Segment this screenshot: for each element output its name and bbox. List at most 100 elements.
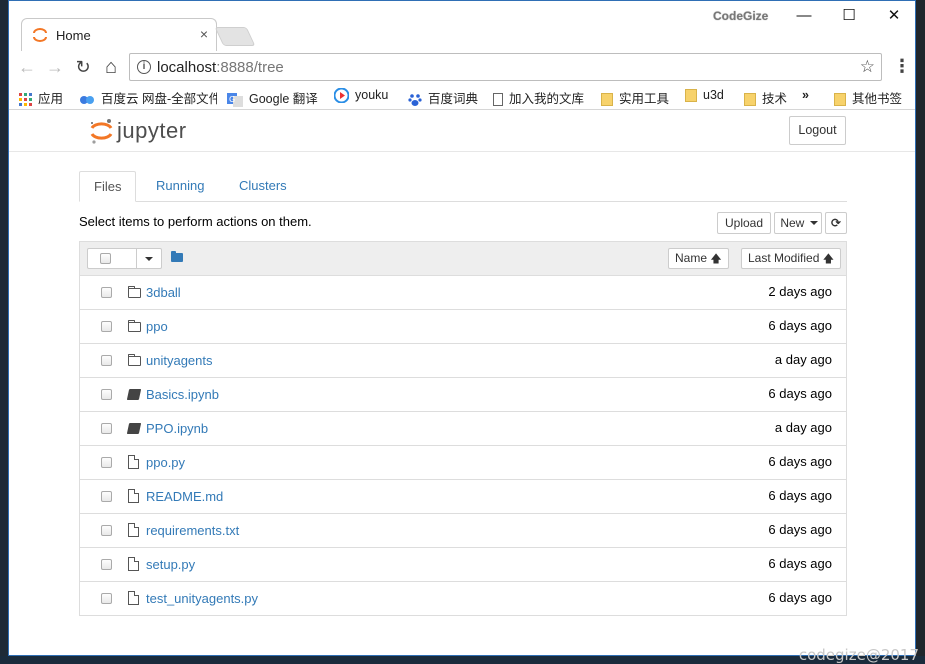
bookmark-youku[interactable]: youku [334, 88, 388, 106]
bookmark-wenku[interactable]: 加入我的文库 [493, 88, 584, 107]
new-tab-button[interactable] [214, 27, 256, 46]
item-checkbox[interactable] [101, 457, 112, 468]
item-checkbox[interactable] [101, 423, 112, 434]
chevron-down-icon[interactable] [145, 257, 153, 261]
item-modified: 6 days ago [768, 556, 832, 571]
list-item[interactable]: unityagents a day ago [80, 344, 846, 378]
desktop-bottom-strip [0, 656, 925, 664]
jupyter-logo[interactable]: jupyter [89, 117, 199, 145]
bookmark-label: 其他书签 [852, 92, 903, 106]
arrow-up-icon: 🡅 [822, 253, 835, 265]
file-list-header: Name 🡅 Last Modified 🡅 [80, 242, 846, 276]
bookmark-folder-tools[interactable]: 实用工具 [601, 88, 670, 107]
select-all-dropdown[interactable] [87, 248, 162, 269]
jupyter-page: jupyter Logout Files Running Clusters Se… [9, 110, 915, 655]
jupyter-logo-icon [90, 119, 113, 144]
divider [136, 249, 137, 268]
item-modified: a day ago [774, 420, 832, 435]
list-item[interactable]: ppo.py 6 days ago [80, 446, 846, 480]
address-bar[interactable]: i localhost:8888/tree ☆ [129, 53, 882, 81]
folder-icon [601, 93, 613, 107]
list-item[interactable]: requirements.txt 6 days ago [80, 514, 846, 548]
new-dropdown-button[interactable]: New [774, 212, 822, 234]
home-button[interactable]: ⌂ [99, 55, 123, 79]
upload-button[interactable]: Upload [717, 212, 771, 234]
item-checkbox[interactable] [101, 525, 112, 536]
sort-modified-label: Last Modified [748, 251, 820, 265]
item-name-link[interactable]: PPO.ipynb [146, 421, 208, 436]
youku-icon [334, 88, 349, 104]
bookmark-google-translate[interactable]: G Google 翻译 [227, 88, 318, 107]
file-list: Name 🡅 Last Modified 🡅 3dball 2 days ago… [79, 241, 847, 616]
baidu-cloud-icon [80, 95, 94, 104]
jupyter-tabs: Files Running Clusters [79, 171, 847, 202]
reload-button[interactable]: ↻ [71, 55, 95, 79]
item-name-link[interactable]: unityagents [146, 353, 213, 368]
browser-menu-icon[interactable]: ⋮ [893, 56, 911, 77]
bookmark-other[interactable]: 其他书签 [834, 88, 903, 107]
item-name-link[interactable]: ppo [146, 319, 168, 334]
arrow-up-icon: 🡅 [710, 253, 722, 265]
tab-files[interactable]: Files [79, 171, 137, 202]
refresh-button[interactable]: ⟳ [825, 212, 847, 234]
tab-clusters[interactable]: Clusters [225, 171, 301, 201]
browser-window: Home × CodeGize — ☐ ✕ ← → ↻ ⌂ i localhos… [8, 0, 916, 656]
list-item[interactable]: setup.py 6 days ago [80, 548, 846, 582]
new-label: New [780, 216, 805, 230]
item-checkbox[interactable] [101, 287, 112, 298]
bookmark-baidu-dict[interactable]: 百度词典 [408, 88, 478, 106]
tab-close-icon[interactable]: × [200, 26, 208, 42]
folder-breadcrumb-icon[interactable] [171, 251, 183, 262]
site-info-icon[interactable]: i [137, 60, 151, 74]
list-item[interactable]: README.md 6 days ago [80, 480, 846, 514]
svg-text:G: G [229, 95, 235, 104]
bookmark-baidu-cloud[interactable]: 百度云 网盘-全部文件 [79, 88, 217, 106]
select-all-checkbox[interactable] [100, 253, 111, 264]
sort-by-modified-button[interactable]: Last Modified 🡅 [741, 248, 842, 269]
item-checkbox[interactable] [101, 491, 112, 502]
bookmark-folder-tech[interactable]: 技术 [744, 88, 787, 107]
list-item[interactable]: ppo 6 days ago [80, 310, 846, 344]
item-checkbox[interactable] [101, 593, 112, 604]
browser-tab-home[interactable]: Home × [21, 18, 217, 51]
item-name-link[interactable]: setup.py [146, 557, 195, 572]
item-checkbox[interactable] [101, 355, 112, 366]
tab-running[interactable]: Running [142, 171, 218, 201]
browser-toolbar: ← → ↻ ⌂ i localhost:8888/tree ☆ ⋮ [9, 51, 915, 83]
apps-grid-icon [19, 93, 32, 107]
bookmark-star-icon[interactable]: ☆ [860, 57, 875, 77]
bookmark-label: 实用工具 [619, 92, 670, 106]
back-button[interactable]: ← [15, 55, 39, 79]
item-name-link[interactable]: ppo.py [146, 455, 185, 470]
item-checkbox[interactable] [101, 559, 112, 570]
item-name-link[interactable]: test_unityagents.py [146, 591, 258, 606]
list-item[interactable]: Basics.ipynb 6 days ago [80, 378, 846, 412]
list-item[interactable]: test_unityagents.py 6 days ago [80, 582, 846, 615]
item-modified: 6 days ago [768, 488, 832, 503]
item-modified: a day ago [774, 352, 832, 367]
sort-by-name-button[interactable]: Name 🡅 [668, 248, 729, 269]
address-url[interactable]: localhost:8888/tree [157, 59, 284, 76]
bookmark-apps[interactable]: 应用 [19, 88, 64, 107]
bookmark-label: Google 翻译 [249, 92, 318, 106]
bookmark-label: 应用 [38, 92, 64, 106]
sort-name-label: Name [675, 251, 708, 265]
logout-button[interactable]: Logout [789, 116, 846, 145]
google-translate-icon: G [227, 92, 243, 107]
item-checkbox[interactable] [101, 321, 112, 332]
maximize-button[interactable]: ☐ [829, 3, 869, 29]
bookmarks-overflow-button[interactable]: » [802, 88, 809, 106]
list-item[interactable]: PPO.ipynb a day ago [80, 412, 846, 446]
close-window-button[interactable]: ✕ [874, 3, 914, 29]
list-item[interactable]: 3dball 2 days ago [80, 276, 846, 310]
chevron-down-icon [809, 221, 818, 225]
forward-button[interactable]: → [43, 55, 67, 79]
item-name-link[interactable]: 3dball [146, 285, 181, 300]
item-name-link[interactable]: requirements.txt [146, 523, 239, 538]
item-checkbox[interactable] [101, 389, 112, 400]
minimize-button[interactable]: — [784, 3, 824, 29]
item-name-link[interactable]: README.md [146, 489, 223, 504]
browser-tab-title: Home [56, 28, 91, 43]
bookmark-folder-u3d[interactable]: u3d [685, 88, 724, 106]
item-name-link[interactable]: Basics.ipynb [146, 387, 219, 402]
